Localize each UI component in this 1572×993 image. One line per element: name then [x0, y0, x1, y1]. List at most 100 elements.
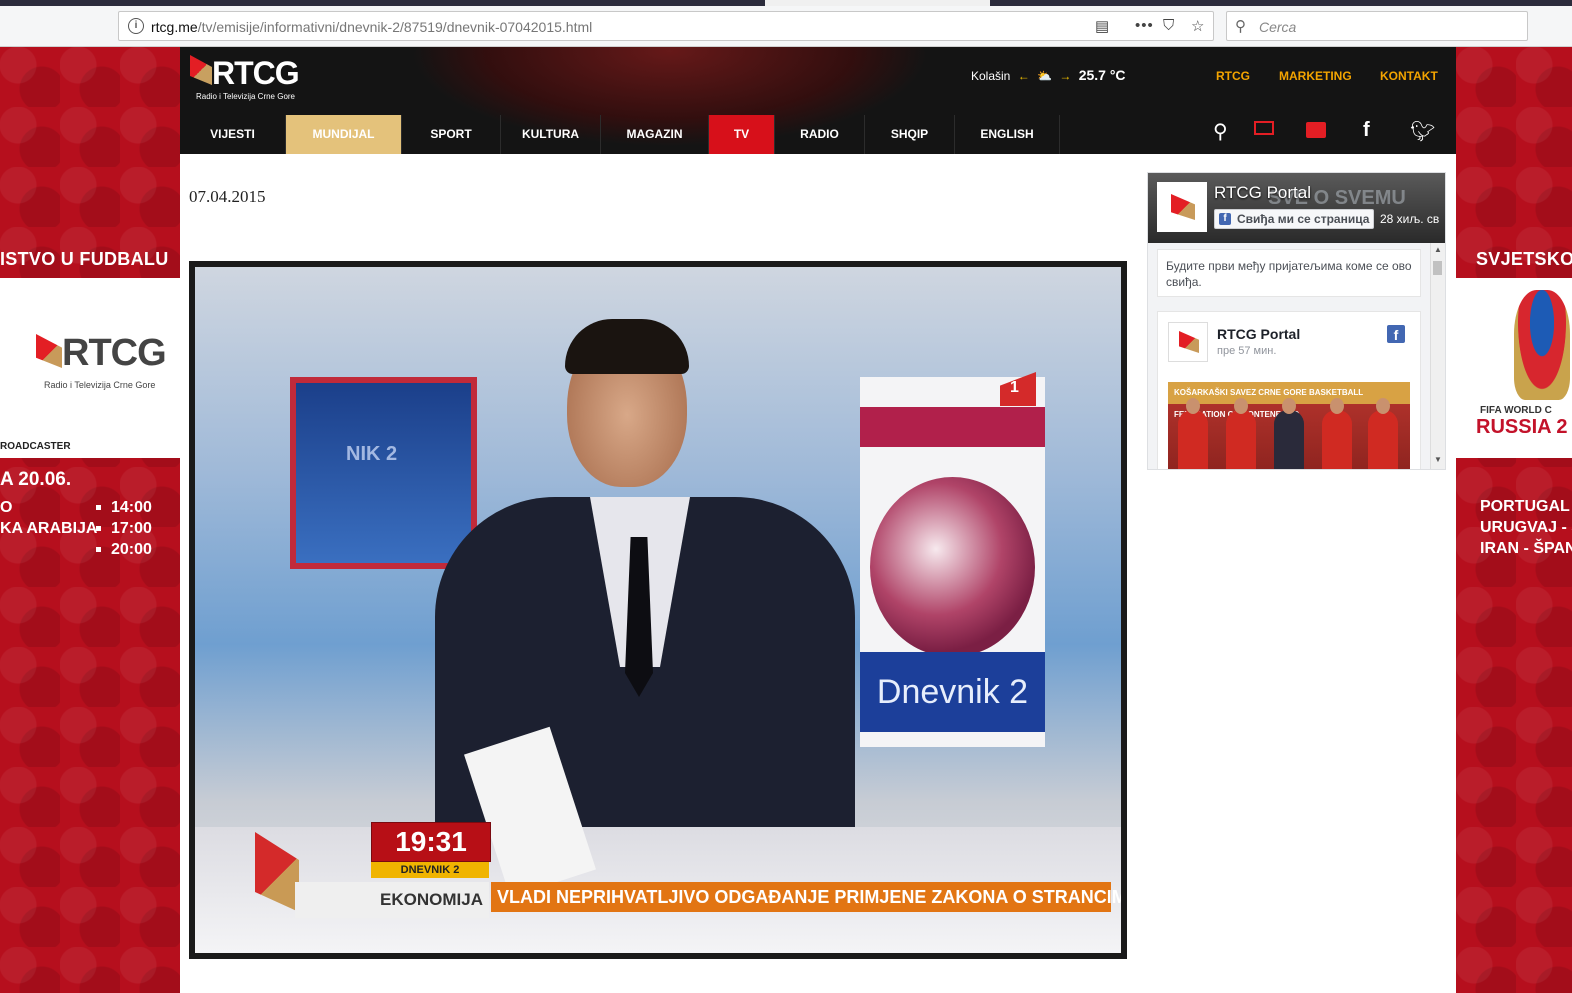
ad-left-title: ISTVO U FUDBALU — [0, 249, 169, 269]
person — [1178, 398, 1208, 469]
url-text[interactable]: rtcg.me/tv/emisije/informativni/dnevnik-… — [151, 19, 592, 35]
ad-left-date: A 20.06. — [0, 469, 72, 490]
fb-like-page-button[interactable]: f Свиђа ми се страница — [1214, 209, 1374, 229]
lower-third-logo — [255, 832, 299, 912]
fb-like-label: Свиђа ми се страница — [1237, 212, 1370, 226]
site-logo[interactable]: RTCG Radio i Televizija Crne Gore — [188, 53, 308, 105]
video-frame: NIK 2 1 Dnevnik 2 19:31 DNEVNIK 2 EKONOM… — [195, 267, 1121, 953]
anchor-hair — [565, 319, 689, 374]
more-actions-icon[interactable]: ••• — [1135, 17, 1154, 34]
ad-left-broadcaster: ROADCASTER — [0, 441, 71, 452]
person — [1226, 398, 1256, 469]
ad-left-brand-sub: Radio i Televizija Crne Gore — [44, 380, 156, 390]
logo-subtitle: Radio i Televizija Crne Gore — [196, 92, 296, 101]
rtcg-logo-mark — [36, 334, 62, 368]
lower-third: 19:31 DNEVNIK 2 EKONOMIJA VLADI NEPRIHVA… — [255, 822, 1121, 942]
site-header: RTCG Radio i Televizija Crne Gore Kolaši… — [180, 47, 1456, 154]
ad-left-match-time-2: 17:00 — [96, 520, 152, 538]
fifa-line1: FIFA WORLD C — [1480, 405, 1552, 416]
radio-icon[interactable] — [1306, 122, 1326, 138]
wind-arrow-icon: ← — [1017, 69, 1030, 83]
nav-sport[interactable]: SPORT — [402, 115, 501, 154]
logo-word: RTCG — [212, 55, 300, 91]
arrow-right-icon: → — [1059, 69, 1072, 83]
scroll-thumb[interactable] — [1433, 261, 1442, 275]
nav-vijesti[interactable]: VIJESTI — [180, 115, 286, 154]
reader-view-icon[interactable]: ▤ — [1095, 17, 1109, 35]
partly-cloudy-icon: ⛅ — [1037, 69, 1052, 83]
fb-post-avatar[interactable] — [1168, 322, 1208, 362]
ad-left-match-time-3: 20:00 — [96, 541, 152, 559]
fifa-trophy-logo — [1514, 290, 1570, 400]
program-name: DNEVNIK 2 — [371, 862, 489, 878]
url-bar[interactable]: i rtcg.me/tv/emisije/informativni/dnevni… — [118, 11, 1214, 41]
facebook-icon[interactable]: f — [1363, 119, 1370, 142]
nav-radio[interactable]: RADIO — [775, 115, 865, 154]
studio-sign: Dnevnik 2 — [860, 652, 1045, 732]
weather-city: Kolašin — [971, 69, 1011, 83]
nav-english[interactable]: ENGLISH — [955, 115, 1060, 154]
nav-magazin[interactable]: MAGAZIN — [601, 115, 709, 154]
scroll-up-icon[interactable]: ▲ — [1434, 245, 1442, 254]
fb-friends-text: Будите први међу пријатељима коме се ово… — [1166, 259, 1412, 289]
ad-right-match-2: URUGVAJ - S — [1480, 519, 1572, 536]
browser-toolbar: i rtcg.me/tv/emisije/informativni/dnevni… — [0, 6, 1572, 47]
ad-left[interactable]: ISTVO U FUDBALU RTCG Radio i Televizija … — [0, 47, 180, 993]
ad-left-match-team-1: O — [0, 499, 13, 516]
weather-temp: 25.7 °C — [1078, 67, 1126, 83]
ad-left-match-team-2: KA ARABIJA — [0, 520, 98, 537]
fb-post-author[interactable]: RTCG Portal — [1217, 326, 1300, 342]
facebook-icon[interactable]: f — [1387, 325, 1405, 343]
article-date: 07.04.2015 — [189, 187, 266, 206]
fb-friends-card: Будите први међу пријатељима коме се ово… — [1157, 249, 1421, 297]
person — [1274, 398, 1304, 469]
panel-band — [860, 407, 1045, 447]
bookmark-star-icon[interactable]: ☆ — [1191, 17, 1204, 35]
fifa-line2: RUSSIA 2 — [1476, 416, 1568, 438]
toplink-kontakt[interactable]: KONTAKT — [1380, 69, 1438, 83]
nav-shqip[interactable]: SHQIP — [865, 115, 955, 154]
fb-page-picture[interactable] — [1157, 182, 1207, 232]
tv-icon[interactable] — [1254, 121, 1274, 135]
studio-screen: NIK 2 — [290, 377, 477, 569]
twitter-icon[interactable]: 🐦︎ — [1410, 119, 1435, 144]
search-placeholder: Cerca — [1259, 19, 1297, 35]
site-container: RTCG Radio i Televizija Crne Gore Kolaši… — [180, 47, 1456, 993]
main-nav: VIJESTI MUNDIJAL SPORT KULTURA MAGAZIN T… — [180, 115, 1060, 154]
globe-graphic — [870, 477, 1035, 657]
ad-right-match-3: IRAN - ŠPAN — [1480, 540, 1572, 557]
studio-screen-label: NIK 2 — [346, 443, 398, 465]
ad-left-match-time-1: 14:00 — [96, 499, 152, 517]
toplink-rtcg[interactable]: RTCG — [1216, 69, 1250, 83]
ad-right-title: SVJETSKO — [1476, 249, 1572, 269]
rtcg-logo-mark — [1179, 331, 1199, 353]
fb-cover[interactable]: SVE O SVEMU RTCG Portal f Свиђа ми се ст… — [1148, 173, 1445, 243]
fb-post-time[interactable]: пре 57 мин. — [1217, 345, 1276, 357]
info-icon[interactable]: i — [128, 18, 144, 34]
section-name: EKONOMIJA — [295, 882, 489, 918]
search-bar[interactable]: ⚲ Cerca — [1226, 11, 1528, 41]
fb-post[interactable]: RTCG Portal пре 57 мин. f KOŠARKAŠKI SAV… — [1157, 311, 1421, 469]
video-player[interactable]: NIK 2 1 Dnevnik 2 19:31 DNEVNIK 2 EKONOM… — [189, 261, 1127, 959]
logo-mark — [190, 55, 212, 85]
search-icon[interactable]: ⚲ — [1213, 119, 1228, 144]
scroll-down-icon[interactable]: ▼ — [1434, 455, 1442, 464]
search-icon: ⚲ — [1235, 18, 1246, 35]
nav-kultura[interactable]: KULTURA — [501, 115, 601, 154]
news-headline: VLADI NEPRIHVATLJIVO ODGAĐANJE PRIMJENE … — [491, 882, 1121, 912]
toplink-marketing[interactable]: MARKETING — [1279, 69, 1352, 83]
fb-page-name[interactable]: RTCG Portal — [1214, 183, 1311, 203]
nav-mundijal[interactable]: MUNDIJAL — [286, 115, 402, 154]
ad-right-match-1: PORTUGAL - — [1480, 498, 1572, 515]
person — [1322, 398, 1352, 469]
fb-scrollbar[interactable]: ▲ ▼ — [1430, 243, 1445, 469]
ad-right[interactable]: SVJETSKO FIFA WORLD C RUSSIA 2 PORTUGAL … — [1456, 47, 1572, 993]
nav-tv[interactable]: TV — [709, 115, 775, 154]
channel-logo-number: 1 — [1010, 379, 1019, 396]
broadcast-time: 19:31 — [371, 822, 491, 862]
rtcg-logo-mark — [1171, 194, 1195, 220]
fb-post-photo[interactable]: KOŠARKAŠKI SAVEZ CRNE GORE BASKETBALL FE… — [1168, 382, 1410, 469]
pocket-icon[interactable]: ⛉ — [1163, 17, 1174, 34]
person — [1368, 398, 1398, 469]
facebook-icon: f — [1219, 213, 1231, 225]
